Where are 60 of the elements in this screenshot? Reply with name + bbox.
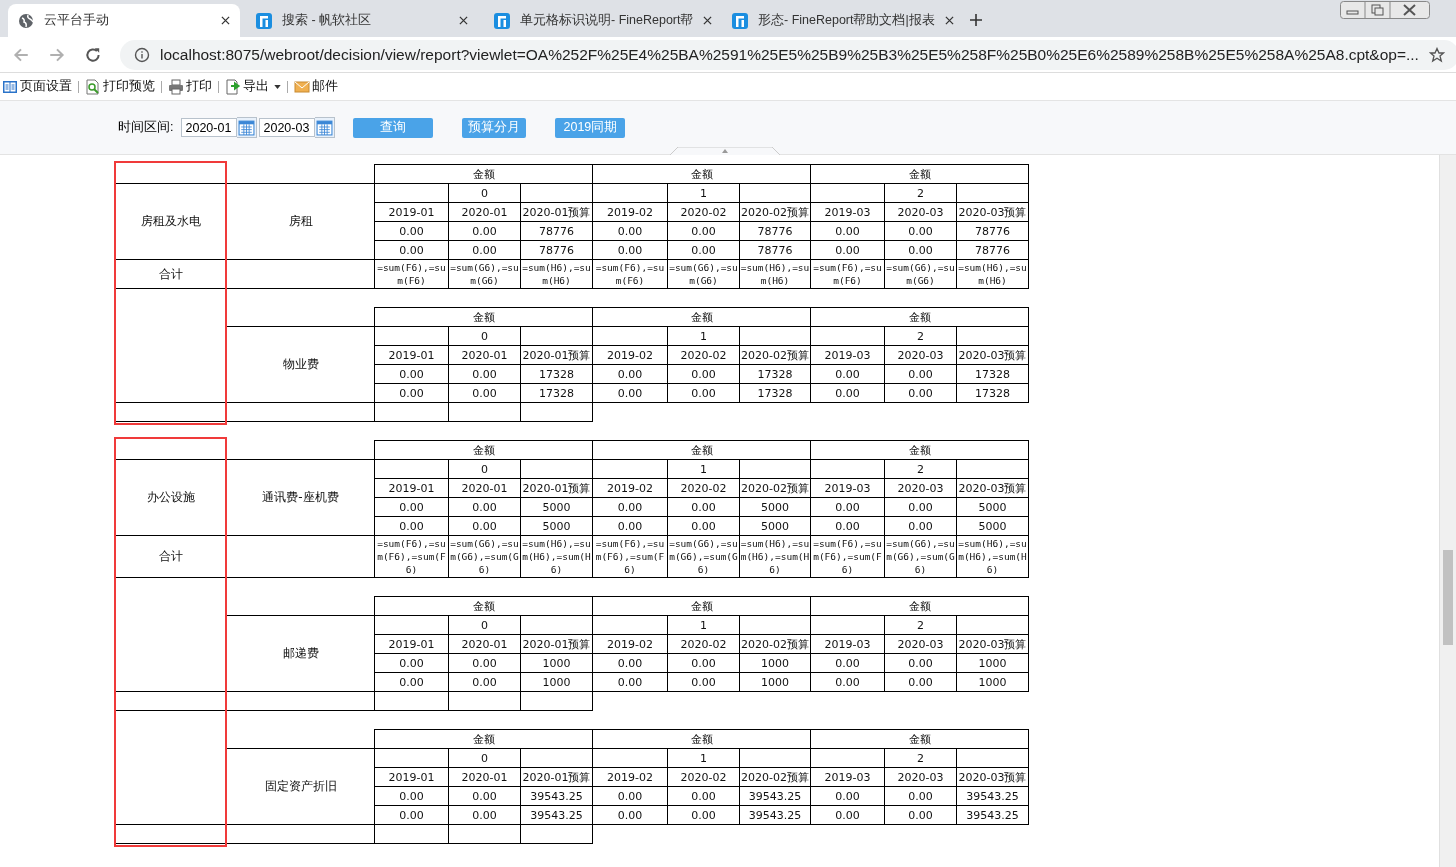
tab-title: 单元格标识说明- FineReport帮 [520,12,694,29]
column-header: 金额 [810,729,1029,749]
column-header: 金额 [374,729,593,749]
close-icon[interactable] [221,16,230,25]
column-header: 金额 [810,307,1029,327]
globe-icon [18,12,34,29]
toolbar-button[interactable]: 邮件 [292,78,340,95]
end-date-field[interactable]: 2020-03 [259,118,316,137]
formula-cell: =sum(H6),=sum(H6) [956,259,1029,289]
column-header: 金额 [810,164,1029,184]
browser-tab[interactable]: 搜索 - 帆软社区 [246,4,478,37]
month-header: 2020-03预算 [956,634,1029,654]
site-logo-icon [494,12,510,29]
calendar-icon[interactable] [237,117,258,138]
formula-cell: =sum(H6),=sum(H6),=sum(H6) [956,535,1029,578]
tab-title: 云平台手动 [44,12,110,29]
site-logo-icon [732,12,748,29]
export-page-icon [225,78,241,95]
tab-title: 形态- FineReport帮助文档|报表 [758,12,935,29]
start-date-field[interactable]: 2020-01 [181,118,238,137]
star-icon[interactable] [1428,46,1445,63]
browser-tab[interactable]: 单元格标识说明- FineReport帮 [484,4,716,37]
month-header: 2020-03预算 [956,478,1029,498]
toolbar-button[interactable]: 打印预览 [83,78,157,95]
collapse-handle-icon[interactable] [670,147,780,155]
address-bar[interactable]: localhost:8075/webroot/decision/view/report?viewlet=OA%252F%25E4%25BA%2591%25E5%25B9%25B3%25E5%258F%25B0%25E6%2589%258B%25E5%258A%25A8.cpt&op=... [120,39,1456,70]
column-header: 金额 [810,440,1029,460]
month-header: 2020-03预算 [956,345,1029,365]
close-icon[interactable] [459,16,468,25]
info-icon[interactable] [134,46,150,63]
table-cell: 1000 [956,672,1029,692]
column-header: 金额 [374,440,593,460]
month-header: 2020-03预算 [956,767,1029,787]
calendar-icon[interactable] [315,117,336,138]
month-header: 2020-03预算 [956,202,1029,222]
browser-tab[interactable]: 云平台手动 [8,4,240,37]
reload-icon[interactable] [84,45,102,64]
window-controls-icon[interactable] [1340,1,1430,19]
scrollbar[interactable] [1439,155,1456,867]
url-text: localhost:8075/webroot/decision/view/report?viewlet=OA%252F%25E4%25BA%2591%25E5%25B9%25B3%25E5%258F%25B0%25E6%2589%258B%25E5%258A%25A8.cpt&op=... [160,45,1419,64]
table-cell: 39543.25 [956,805,1029,825]
magnifier-page-icon [85,78,101,95]
envelope-icon [294,78,310,95]
close-icon[interactable] [944,16,954,25]
time-range-label: 时间区间: [118,119,174,136]
new-tab-icon[interactable] [970,14,982,26]
tab-title: 搜索 - 帆软社区 [282,12,373,29]
toolbar-button[interactable]: 导出 [223,78,283,95]
column-header: 金额 [374,596,593,616]
caret-icon [274,84,281,89]
column-header: 金额 [374,307,593,327]
browser-tab[interactable]: 形态- FineReport帮助文档|报表 [722,4,954,37]
site-logo-icon [256,12,272,29]
close-icon[interactable] [703,16,713,25]
toolbar-button[interactable]: 打印 [166,78,214,95]
column-header: 金额 [810,596,1029,616]
column-header: 金额 [374,164,593,184]
printer-icon [168,78,184,95]
toolbar-button[interactable]: 页面设置 [0,78,74,95]
table-cell: 17328 [956,383,1029,403]
